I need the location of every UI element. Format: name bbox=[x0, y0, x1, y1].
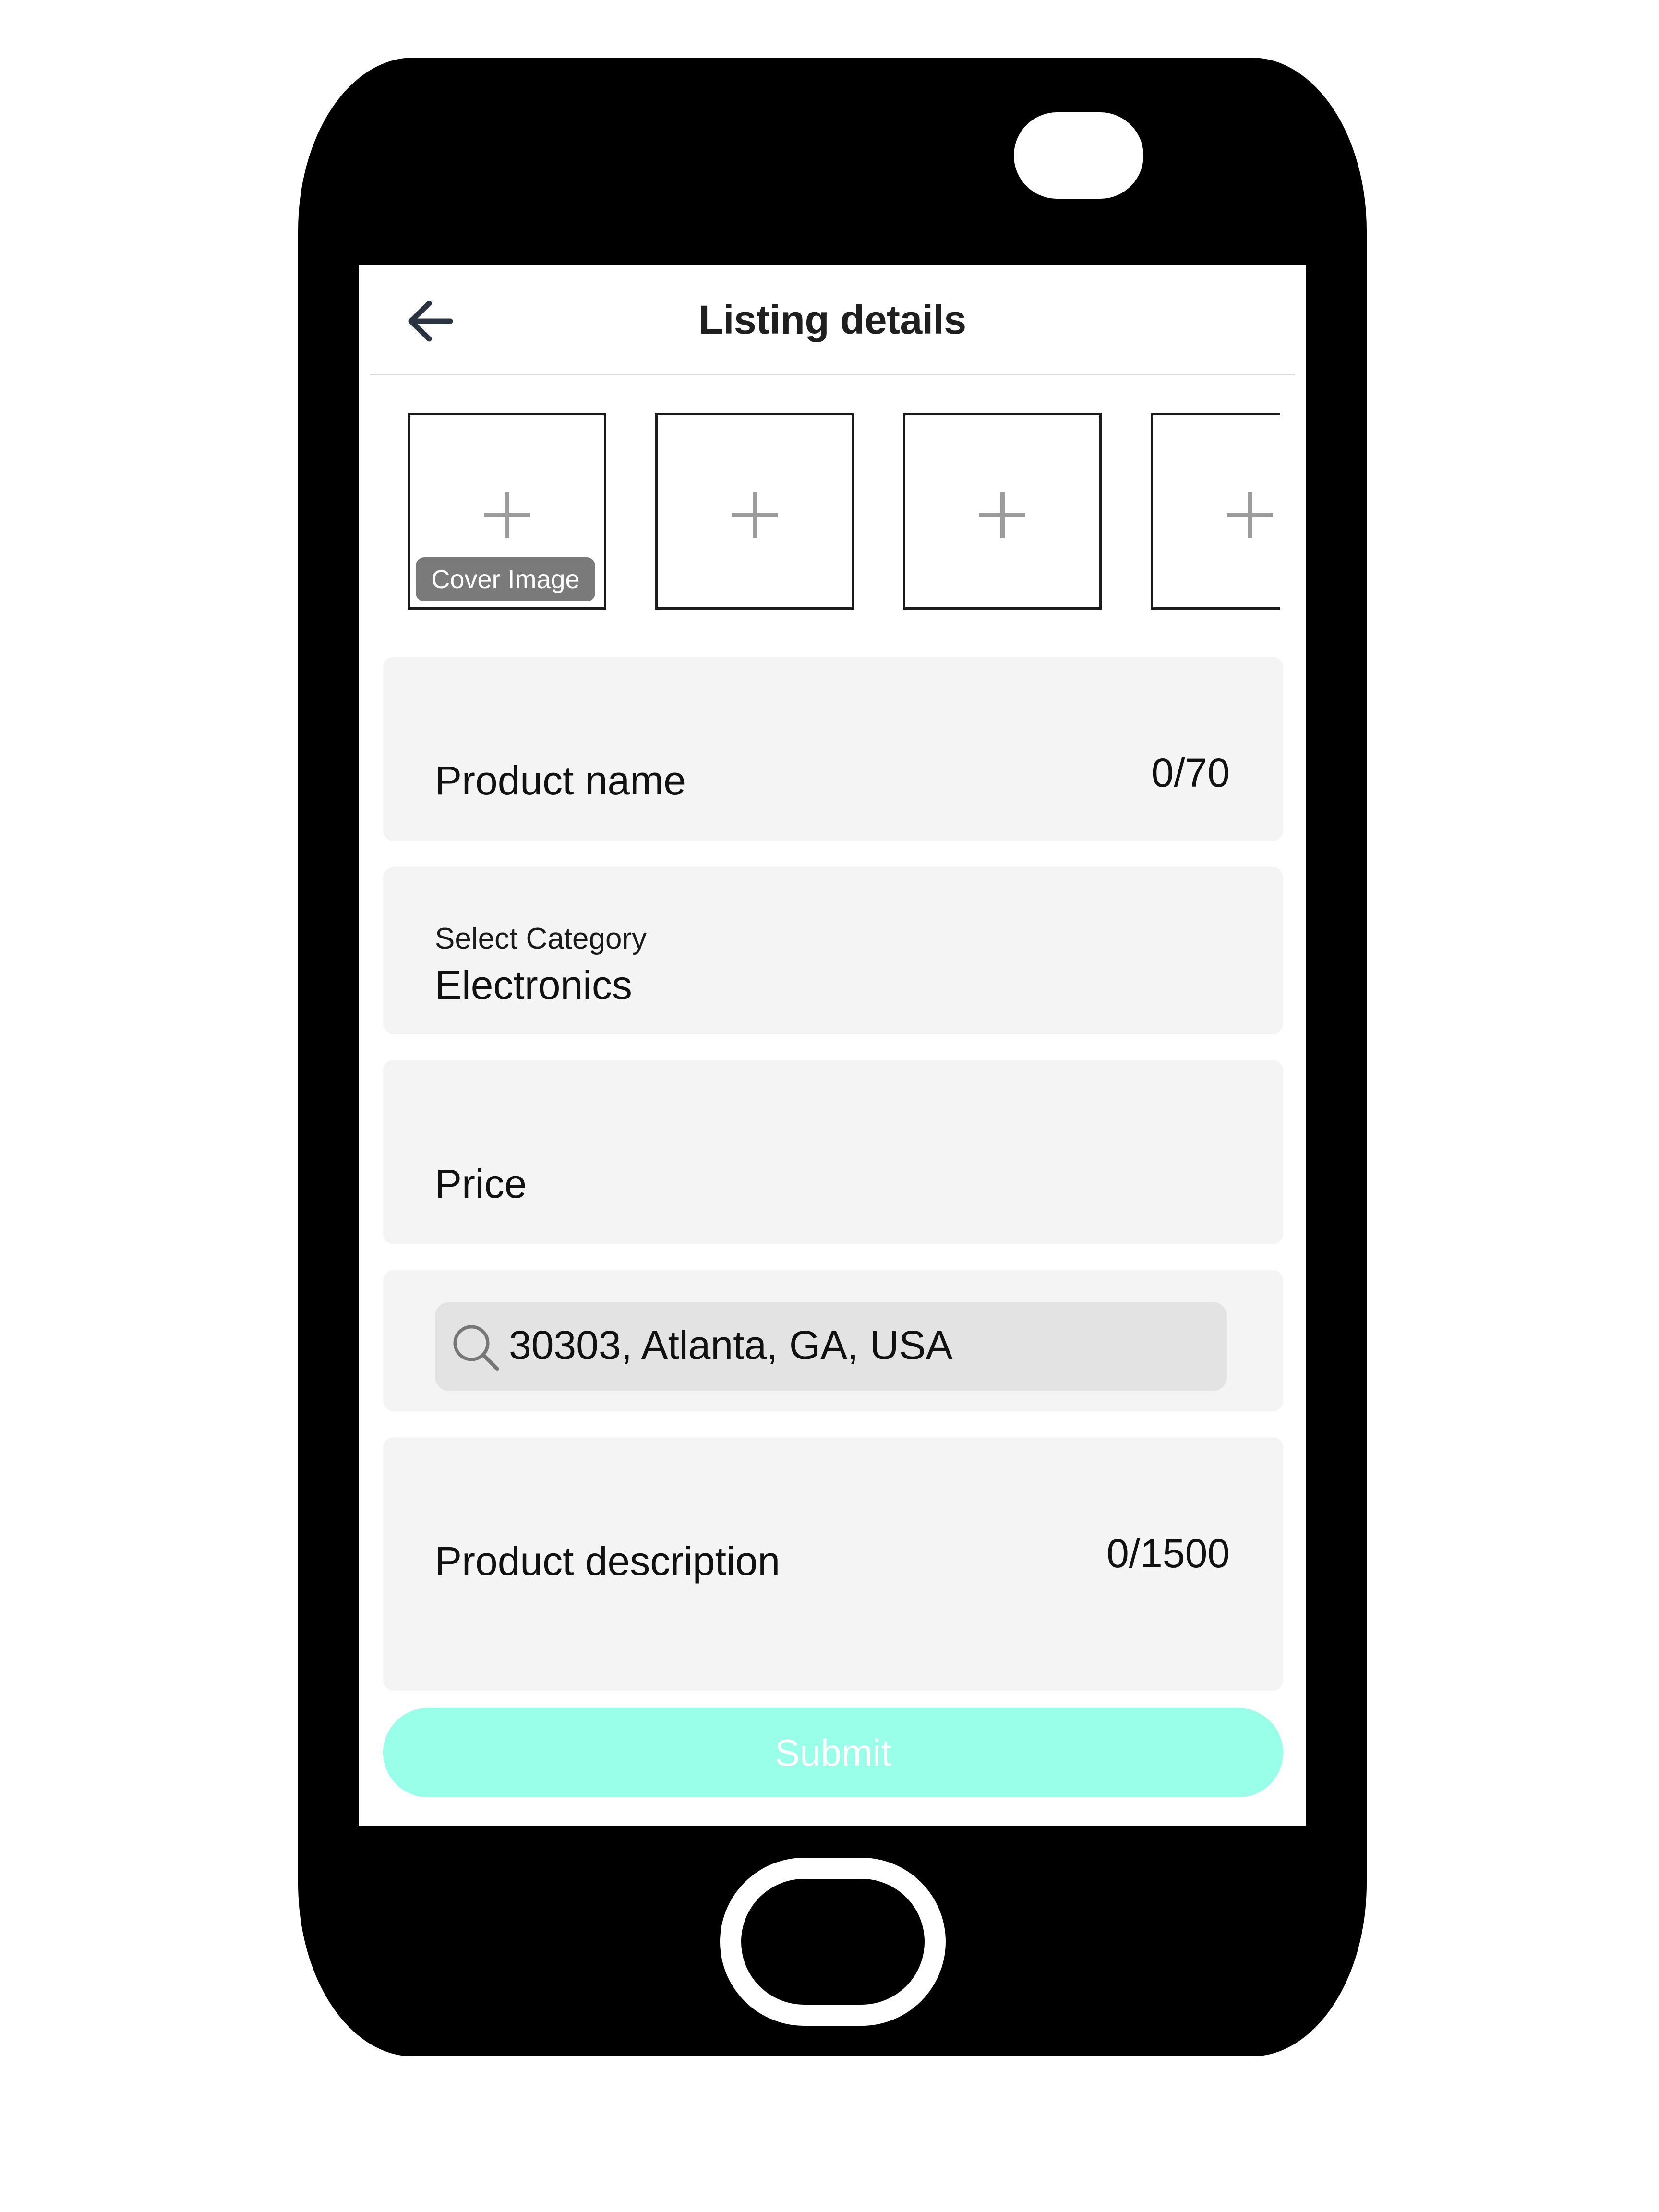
submit-button[interactable]: Submit bbox=[383, 1708, 1283, 1797]
product-name-field[interactable]: Product name 0/70 bbox=[383, 657, 1283, 841]
page-title: Listing details bbox=[698, 297, 966, 342]
page: Listing details Cover Image Product name… bbox=[0, 0, 1659, 2212]
image-slot-4[interactable] bbox=[1151, 413, 1280, 610]
product-name-label: Product name bbox=[435, 758, 686, 803]
cover-image-slot[interactable]: Cover Image bbox=[408, 413, 606, 610]
location-field: 30303, Atlanta, GA, USA bbox=[383, 1270, 1283, 1411]
image-slot-3[interactable] bbox=[903, 413, 1102, 610]
product-description-field[interactable]: Product description 0/1500 bbox=[383, 1437, 1283, 1691]
camera-icon bbox=[1014, 112, 1143, 199]
plus-icon bbox=[1227, 492, 1273, 538]
price-field[interactable]: Price bbox=[383, 1060, 1283, 1244]
product-description-counter: 0/1500 bbox=[1106, 1531, 1230, 1576]
category-label: Select Category bbox=[435, 922, 647, 955]
category-value: Electronics bbox=[435, 962, 632, 1008]
category-select[interactable]: Select Category Electronics bbox=[383, 867, 1283, 1034]
image-slot-2[interactable] bbox=[655, 413, 854, 610]
plus-icon bbox=[484, 492, 530, 538]
plus-icon bbox=[979, 492, 1025, 538]
image-slots: Cover Image bbox=[408, 413, 1280, 612]
location-value: 30303, Atlanta, GA, USA bbox=[509, 1322, 953, 1368]
cover-image-badge: Cover Image bbox=[416, 557, 595, 601]
plus-icon bbox=[732, 492, 778, 538]
screen: Listing details Cover Image Product name… bbox=[359, 265, 1306, 1826]
home-button[interactable] bbox=[720, 1858, 946, 2026]
product-name-counter: 0/70 bbox=[1151, 750, 1230, 795]
location-search-input[interactable]: 30303, Atlanta, GA, USA bbox=[435, 1302, 1227, 1391]
search-icon bbox=[453, 1325, 499, 1371]
header-bar: Listing details bbox=[370, 265, 1295, 375]
price-label: Price bbox=[435, 1161, 527, 1206]
product-description-label: Product description bbox=[435, 1539, 781, 1584]
